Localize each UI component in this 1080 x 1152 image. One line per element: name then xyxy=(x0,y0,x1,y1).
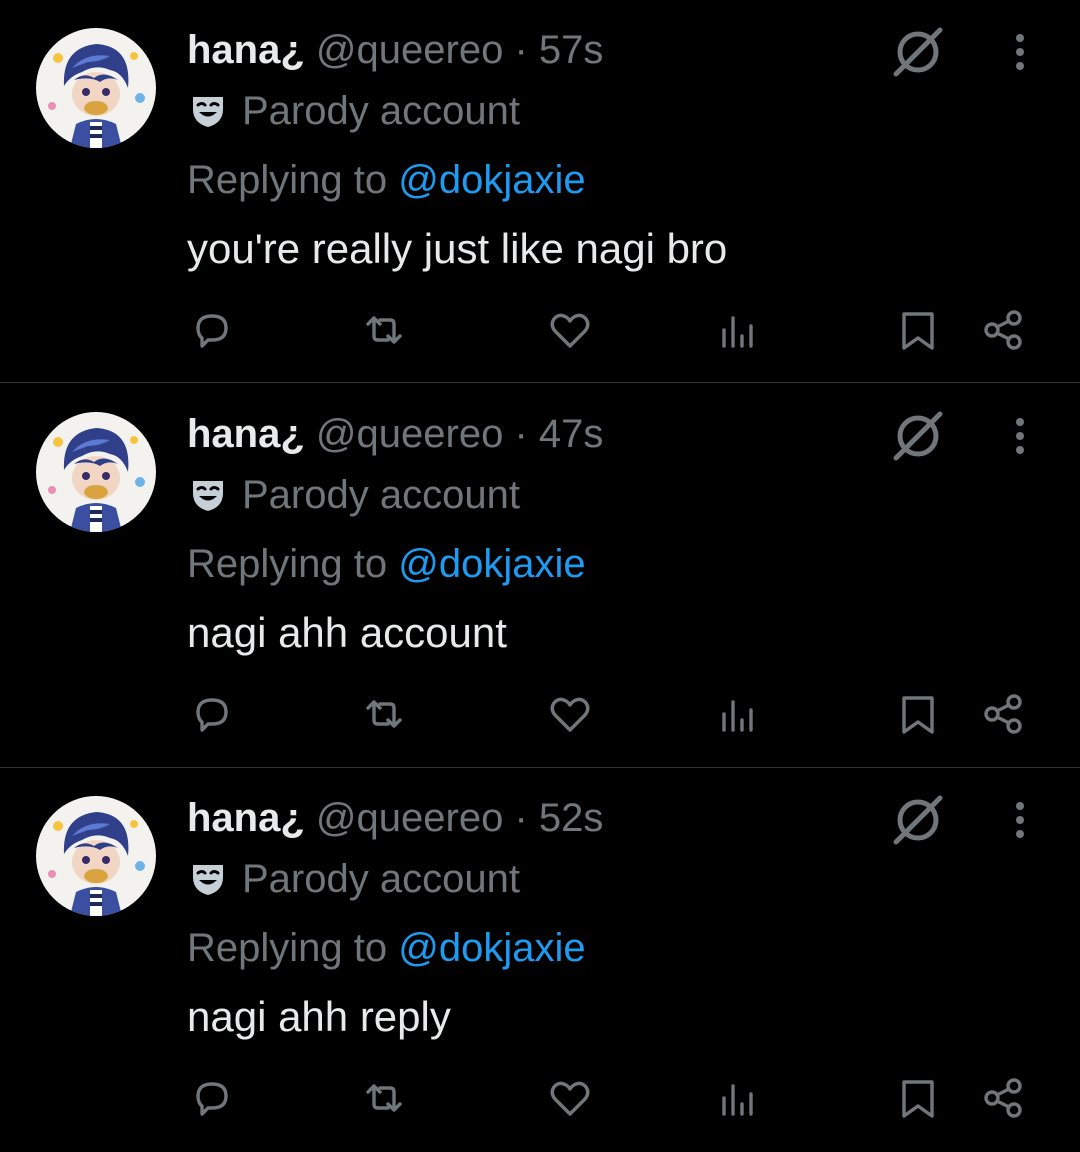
replying-prefix: Replying to xyxy=(187,926,388,970)
mention-link[interactable]: @dokjaxie xyxy=(398,542,585,586)
separator-dot: · xyxy=(514,796,528,840)
like-icon[interactable] xyxy=(546,306,594,354)
parody-badge: Parody account xyxy=(190,86,520,136)
tweet-header: hana¿ @queereo · 52s xyxy=(187,790,603,846)
parody-mask-icon xyxy=(193,481,223,511)
tweet-text: nagi ahh reply xyxy=(187,993,451,1040)
retweet-icon[interactable] xyxy=(360,690,408,738)
tweet-header: hana¿ @queereo · 47s xyxy=(187,406,603,462)
parody-mask-icon xyxy=(193,97,223,127)
tweet-header: hana¿ @queereo · 57s xyxy=(187,22,603,78)
retweet-icon[interactable] xyxy=(360,1074,408,1122)
tweet[interactable]: hana¿ @queereo · 52s Parody account Repl… xyxy=(0,768,1080,1152)
more-options-icon[interactable] xyxy=(1004,412,1036,460)
display-name[interactable]: hana¿ xyxy=(187,412,305,456)
like-icon[interactable] xyxy=(546,1074,594,1122)
avatar[interactable] xyxy=(36,412,156,532)
retweet-icon[interactable] xyxy=(360,306,408,354)
badge-label: Parody account xyxy=(242,857,520,901)
more-options-icon[interactable] xyxy=(1004,796,1036,844)
display-name[interactable]: hana¿ xyxy=(187,796,305,840)
separator-dot: · xyxy=(514,28,528,72)
reply-feed: hana¿ @queereo · 57s Parody account Repl… xyxy=(0,0,1080,1127)
action-bar xyxy=(0,1068,1080,1128)
views-icon[interactable] xyxy=(714,1074,762,1122)
views-icon[interactable] xyxy=(714,306,762,354)
action-bar xyxy=(0,300,1080,360)
grok-icon[interactable] xyxy=(890,408,946,464)
badge-label: Parody account xyxy=(242,89,520,133)
more-options-icon[interactable] xyxy=(1004,28,1036,76)
reply-icon[interactable] xyxy=(188,306,236,354)
replying-prefix: Replying to xyxy=(187,158,388,202)
mention-link[interactable]: @dokjaxie xyxy=(398,926,585,970)
user-handle[interactable]: @queereo xyxy=(316,796,503,840)
bookmark-icon[interactable] xyxy=(894,306,942,354)
bookmark-icon[interactable] xyxy=(894,1074,942,1122)
grok-icon[interactable] xyxy=(890,792,946,848)
tweet[interactable]: hana¿ @queereo · 47s Parody account Repl… xyxy=(0,384,1080,768)
timestamp[interactable]: 47s xyxy=(539,412,604,456)
timestamp[interactable]: 57s xyxy=(539,28,604,72)
display-name[interactable]: hana¿ xyxy=(187,28,305,72)
like-icon[interactable] xyxy=(546,690,594,738)
tweet-text: you're really just like nagi bro xyxy=(187,225,728,272)
user-handle[interactable]: @queereo xyxy=(316,412,503,456)
tweet[interactable]: hana¿ @queereo · 57s Parody account Repl… xyxy=(0,0,1080,384)
replying-to: Replying to @dokjaxie xyxy=(187,536,586,592)
divider xyxy=(0,382,1080,383)
replying-to: Replying to @dokjaxie xyxy=(187,920,586,976)
reply-icon[interactable] xyxy=(188,1074,236,1122)
bookmark-icon[interactable] xyxy=(894,690,942,738)
views-icon[interactable] xyxy=(714,690,762,738)
grok-icon[interactable] xyxy=(890,24,946,80)
reply-icon[interactable] xyxy=(188,690,236,738)
user-handle[interactable]: @queereo xyxy=(316,28,503,72)
replying-prefix: Replying to xyxy=(187,542,388,586)
separator-dot: · xyxy=(514,412,528,456)
tweet-text: nagi ahh account xyxy=(187,609,507,656)
avatar[interactable] xyxy=(36,28,156,148)
avatar[interactable] xyxy=(36,796,156,916)
action-bar xyxy=(0,684,1080,744)
parody-mask-icon xyxy=(193,865,223,895)
share-icon[interactable] xyxy=(980,306,1028,354)
parody-badge: Parody account xyxy=(190,470,520,520)
share-icon[interactable] xyxy=(980,690,1028,738)
share-icon[interactable] xyxy=(980,1074,1028,1122)
replying-to: Replying to @dokjaxie xyxy=(187,152,586,208)
mention-link[interactable]: @dokjaxie xyxy=(398,158,585,202)
parody-badge: Parody account xyxy=(190,854,520,904)
badge-label: Parody account xyxy=(242,473,520,517)
timestamp[interactable]: 52s xyxy=(539,796,604,840)
